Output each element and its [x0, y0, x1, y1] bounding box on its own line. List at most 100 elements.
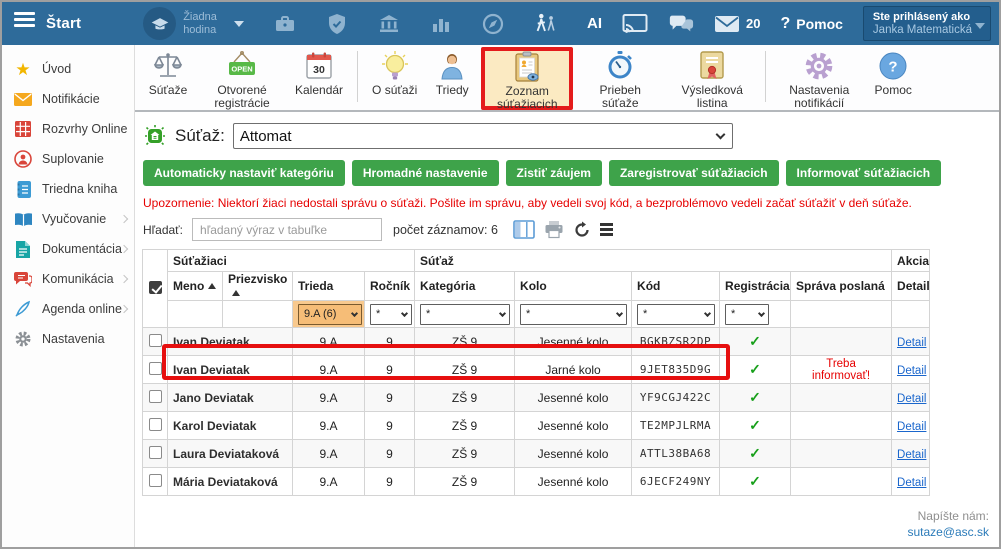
col-kategoria[interactable]: Kategória — [415, 272, 515, 301]
table-row-highlighted: Ivan Deviatak 9.A 9 ZŠ 9 Jarné kolo 9JET… — [143, 356, 930, 384]
stopwatch-icon — [605, 50, 635, 82]
ai-button[interactable]: AI — [587, 15, 602, 32]
sidebar-item-suplovanie[interactable]: Suplovanie — [2, 144, 134, 174]
pedestrians-icon[interactable] — [532, 11, 558, 37]
open-sign-icon: OPEN — [224, 50, 260, 82]
bar-chart-icon[interactable] — [428, 11, 454, 37]
detail-link[interactable]: Detail — [897, 337, 926, 349]
col-kolo[interactable]: Kolo — [515, 272, 632, 301]
tool-zoznam-sutaziacich[interactable]: Zoznam súťažiacich — [481, 47, 573, 110]
tool-kalendar[interactable]: 30 Kalendár — [288, 47, 350, 110]
row-checkbox[interactable] — [149, 362, 162, 375]
tool-triedy[interactable]: Triedy — [424, 47, 480, 110]
filter-rocnik-select[interactable]: * — [370, 304, 412, 325]
col-priezvisko[interactable]: Priezvisko — [223, 272, 293, 301]
chevron-down-icon — [234, 21, 244, 27]
tool-priebeh-sutaze[interactable]: Priebeh súťaže — [574, 47, 666, 110]
sidebar-item-nastavenia[interactable]: Nastavenia — [2, 324, 134, 354]
no-lesson-label: Žiadna hodina — [183, 11, 227, 36]
row-checkbox[interactable] — [149, 446, 162, 459]
mail-button[interactable]: 20 — [714, 15, 760, 33]
sidebar-item-vyucovanie[interactable]: Vyučovanie — [2, 204, 134, 234]
cell-name: Ivan Deviatak — [168, 356, 293, 384]
row-checkbox[interactable] — [149, 418, 162, 431]
contest-select[interactable]: Attomat — [233, 123, 733, 149]
logged-in-user-dropdown[interactable]: Ste prihlásený ako Janka Matematická — [863, 6, 991, 41]
col-sprava-poslana[interactable]: Správa poslaná — [791, 272, 892, 301]
col-trieda[interactable]: Trieda — [293, 272, 365, 301]
filter-kod-select[interactable]: * — [637, 304, 715, 325]
sidebar-item-rozvrhy[interactable]: Rozvrhy Online — [2, 114, 134, 144]
table-row: Mária Deviataková 9.A 9 ZŠ 9 Jesenné kol… — [143, 468, 930, 496]
refresh-icon[interactable] — [573, 221, 591, 239]
auto-category-button[interactable]: Automaticky nastaviť kategóriu — [143, 160, 345, 186]
detail-link[interactable]: Detail — [897, 365, 926, 377]
contact-email-link[interactable]: sutaze@asc.sk — [907, 525, 989, 539]
svg-text:?: ? — [889, 59, 898, 76]
sidebar-item-triedna-kniha[interactable]: Triedna kniha — [2, 174, 134, 204]
row-checkbox[interactable] — [149, 474, 162, 487]
check-interest-button[interactable]: Zistiť záujem — [506, 160, 602, 186]
help-button[interactable]: ? Pomoc — [780, 15, 842, 33]
svg-text:30: 30 — [313, 64, 325, 76]
tool-otvorene-registracie[interactable]: OPEN Otvorené registrácie — [196, 47, 288, 110]
col-rocnik[interactable]: Ročník — [365, 272, 415, 301]
tool-nastavenia-notifikacii[interactable]: Nastavenia notifikácií — [773, 47, 865, 110]
filter-trieda-select[interactable]: 9.A (6) — [298, 304, 362, 325]
inform-participants-button[interactable]: Informovať súťažiacich — [786, 160, 942, 186]
chat-bubbles-icon[interactable] — [668, 11, 694, 37]
detail-link[interactable]: Detail — [897, 421, 926, 433]
sidebar-item-notifikacie[interactable]: Notifikácie — [2, 84, 134, 114]
screencast-icon[interactable] — [622, 11, 648, 37]
question-mark-icon: ? — [780, 15, 790, 33]
filter-registracia-select[interactable]: * — [725, 304, 769, 325]
select-all-checkbox[interactable] — [149, 281, 162, 294]
tool-sutaze[interactable]: Súťaže — [140, 47, 196, 110]
print-icon[interactable] — [544, 220, 564, 239]
sidebar-item-uvod[interactable]: ★ Úvod — [2, 54, 134, 84]
substitution-person-icon — [13, 149, 33, 169]
sidebar-item-komunikacia[interactable]: Komunikácia — [2, 264, 134, 294]
group-header-participants: Súťažiaci — [168, 250, 415, 272]
col-meno[interactable]: Meno — [168, 272, 223, 301]
briefcase-icon[interactable] — [272, 11, 298, 37]
col-kod[interactable]: Kód — [632, 272, 720, 301]
graduation-cap-icon — [143, 7, 176, 40]
columns-icon[interactable] — [513, 220, 535, 239]
sidebar-item-agenda[interactable]: Agenda online — [2, 294, 134, 324]
group-header-contest: Súťaž — [415, 250, 892, 272]
sidebar-item-dokumentacia[interactable]: Dokumentácia — [2, 234, 134, 264]
col-registracia[interactable]: Registrácia — [720, 272, 791, 301]
user-name: Janka Matematická — [873, 24, 972, 36]
search-label: Hľadať: — [143, 223, 183, 237]
detail-link[interactable]: Detail — [897, 477, 926, 489]
tool-pomoc[interactable]: ? Pomoc — [865, 47, 921, 110]
timetable-icon — [13, 119, 33, 139]
toolbar-separator — [357, 51, 358, 102]
bulk-set-button[interactable]: Hromadné nastavenie — [352, 160, 499, 186]
filter-kategoria-select[interactable]: * — [420, 304, 510, 325]
open-book-icon — [13, 209, 33, 229]
detail-link[interactable]: Detail — [897, 393, 926, 405]
envelope-icon — [13, 89, 33, 109]
row-checkbox[interactable] — [149, 390, 162, 403]
shield-icon[interactable] — [324, 11, 350, 37]
detail-link[interactable]: Detail — [897, 449, 926, 461]
row-checkbox[interactable] — [149, 334, 162, 347]
gear-purple-icon — [803, 50, 835, 82]
tool-o-sutazi[interactable]: O súťaži — [365, 47, 424, 110]
records-count: počet záznamov: 6 — [393, 223, 498, 237]
contest-toolbar: Súťaže OPEN Otvorené registrácie 30 Kale… — [135, 45, 999, 112]
registered-check: ✓ — [720, 412, 791, 440]
current-lesson-dropdown[interactable]: Žiadna hodina — [143, 7, 244, 40]
compass-icon[interactable] — [480, 11, 506, 37]
register-participants-button[interactable]: Zaregistrovať súťažiacich — [609, 160, 779, 186]
start-label[interactable]: Štart — [46, 15, 81, 32]
help-label: Pomoc — [796, 16, 843, 32]
filter-kolo-select[interactable]: * — [520, 304, 627, 325]
search-input[interactable] — [192, 218, 382, 241]
table-row: Jano Deviatak 9.A 9 ZŠ 9 Jesenné kolo YF… — [143, 384, 930, 412]
col-detail[interactable]: Detail — [892, 272, 930, 301]
tool-vysledkova-listina[interactable]: Výsledková listina — [666, 47, 758, 110]
bank-icon[interactable] — [376, 11, 402, 37]
